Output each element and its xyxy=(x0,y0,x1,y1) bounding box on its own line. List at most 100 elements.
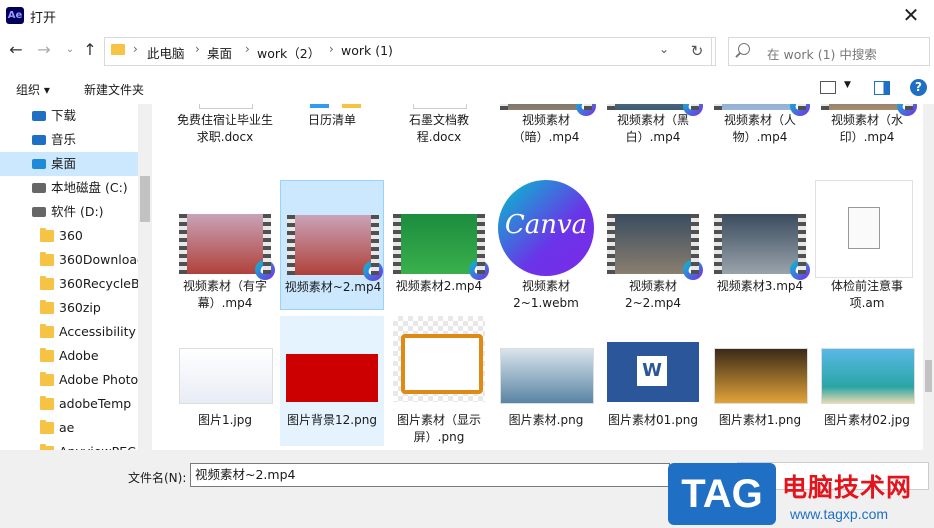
close-icon: ✕ xyxy=(902,3,920,27)
file-item[interactable]: 体检前注意事项.am xyxy=(815,180,919,310)
sidebar-item[interactable]: 音乐 xyxy=(0,128,138,152)
file-item[interactable]: W 图片素材01.png xyxy=(601,316,705,446)
file-item[interactable]: Canva 视频素材2~1.webm xyxy=(494,180,598,310)
file-name: 图片1.jpg xyxy=(197,413,253,427)
file-name: 图片素材1.png xyxy=(718,413,802,427)
file-item[interactable]: C 视频素材2.mp4 xyxy=(387,180,491,310)
sidebar-item[interactable]: adobeTemp xyxy=(0,392,138,416)
file-name: 免费住宿让毕业生求职.docx xyxy=(176,113,273,144)
recent-locations-button[interactable]: ⌄ xyxy=(60,40,80,60)
video-thumbnail: C xyxy=(287,215,383,281)
sidebar-item-label: 音乐 xyxy=(51,132,77,147)
file-item[interactable]: 图片素材1.png xyxy=(708,316,812,446)
sidebar-item[interactable]: AnyviewPEC xyxy=(0,440,138,450)
file-name: 视频素材2~2.mp4 xyxy=(624,279,682,310)
sidebar-scrollbar[interactable] xyxy=(138,104,152,450)
file-name: 视频素材（水印）.mp4 xyxy=(830,113,903,144)
sidebar-item[interactable]: 本地磁盘 (C:) xyxy=(0,176,138,200)
file-list-scrollbar[interactable] xyxy=(923,104,934,450)
up-button[interactable]: ↑ xyxy=(80,40,100,60)
file-item[interactable]: 图片素材.png xyxy=(494,316,598,446)
file-item[interactable]: C 视频素材2~2.mp4 xyxy=(601,180,705,310)
help-icon[interactable]: ? xyxy=(910,79,927,96)
folder-icon xyxy=(40,324,54,338)
sidebar-item-label: adobeTemp xyxy=(59,396,132,411)
video-thumbnail: C xyxy=(179,214,275,280)
tv-image-thumbnail xyxy=(393,316,485,402)
organize-button[interactable]: 组织 ▾ xyxy=(16,81,50,98)
sidebar-item[interactable]: 360zip xyxy=(0,296,138,320)
folder-icon xyxy=(40,420,54,434)
file-name: 图片素材.png xyxy=(508,413,584,427)
preview-pane-icon[interactable] xyxy=(874,81,890,95)
file-name: 视频素材（暗）.mp4 xyxy=(512,113,580,144)
file-item[interactable]: 图片素材（显示屏）.png xyxy=(387,316,491,446)
file-item[interactable]: C 视频素材~2.mp4 xyxy=(280,180,384,310)
canva-logo-icon: Canva xyxy=(498,180,594,276)
word-icon: W xyxy=(637,356,667,386)
video-thumbnail: C xyxy=(607,104,703,116)
canva-logo-text: Canva xyxy=(504,210,588,240)
file-name: 日历清单 xyxy=(307,113,356,127)
file-list-scrollbar-thumb[interactable] xyxy=(925,360,932,392)
file-item[interactable]: C 视频素材（有字幕）.mp4 xyxy=(173,180,277,310)
search-input[interactable]: 在 work (1) 中搜索 xyxy=(767,44,877,63)
sidebar-item-label: 下载 xyxy=(51,108,77,123)
sidebar-item[interactable]: Adobe xyxy=(0,344,138,368)
generic-file-icon xyxy=(815,180,913,278)
file-item[interactable]: 图片素材02.jpg xyxy=(815,316,919,446)
breadcrumb-work-2[interactable]: work（2） xyxy=(257,43,320,62)
chevron-down-icon[interactable]: ▼ xyxy=(844,80,851,90)
filename-input[interactable]: 视频素材~2.mp4 xyxy=(190,463,670,487)
sidebar-item[interactable]: 下载 xyxy=(0,104,138,128)
video-thumbnail: C xyxy=(393,214,489,280)
video-thumbnail: C xyxy=(714,214,810,280)
canva-badge-icon: C xyxy=(255,260,275,280)
search-box[interactable]: 在 work (1) 中搜索 xyxy=(728,37,930,66)
sidebar-item-label: Accessibility xyxy=(59,324,136,339)
file-name: 体检前注意事项.am xyxy=(830,279,903,310)
drive-icon xyxy=(32,183,46,193)
navigation-bar: ← → ⌄ ↑ › 此电脑 › 桌面 › work（2） › work (1) … xyxy=(0,32,934,70)
chevron-down-icon[interactable]: ⌄ xyxy=(659,42,669,56)
chevron-right-icon: › xyxy=(195,42,200,56)
file-item[interactable]: 图片背景12.png xyxy=(280,316,384,446)
view-options-icon[interactable] xyxy=(820,81,836,94)
video-thumbnail: C xyxy=(714,104,810,116)
sidebar-item[interactable]: Adobe Photoshop xyxy=(0,368,138,392)
drive-icon xyxy=(32,207,46,217)
breadcrumb-this-pc[interactable]: 此电脑 xyxy=(147,43,185,62)
address-bar[interactable]: › 此电脑 › 桌面 › work（2） › work (1) ⌄ xyxy=(104,37,716,66)
sidebar-scrollbar-thumb[interactable] xyxy=(140,176,150,222)
close-button[interactable]: ✕ xyxy=(888,0,934,32)
sidebar-item[interactable]: Accessibility xyxy=(0,320,138,344)
new-folder-button[interactable]: 新建文件夹 xyxy=(84,81,144,98)
file-item[interactable]: C 视频素材3.mp4 xyxy=(708,180,812,310)
sidebar-item[interactable]: 360RecycleBin xyxy=(0,272,138,296)
document-icon xyxy=(199,104,253,109)
sidebar-item[interactable]: ae xyxy=(0,416,138,440)
refresh-button[interactable]: ↻ xyxy=(683,37,712,66)
file-name: 视频素材2.mp4 xyxy=(395,279,483,293)
sidebar-item[interactable]: 软件 (D:) xyxy=(0,200,138,224)
sidebar-item-label: 本地磁盘 (C:) xyxy=(51,180,128,195)
breadcrumb-desktop[interactable]: 桌面 xyxy=(207,43,232,62)
file-name: 石墨文档教程.docx xyxy=(408,113,469,144)
breadcrumb-work-1[interactable]: work (1) xyxy=(341,43,393,58)
file-item[interactable]: 图片1.jpg xyxy=(173,316,277,446)
file-name: 视频素材（黑白）.mp4 xyxy=(616,113,689,144)
search-icon xyxy=(738,43,750,55)
sidebar-item[interactable]: 360Downloads xyxy=(0,248,138,272)
sidebar-item-label: 360zip xyxy=(59,300,101,315)
refresh-icon: ↻ xyxy=(690,42,704,60)
tv-icon xyxy=(401,334,483,394)
video-thumbnail: C xyxy=(500,104,596,116)
back-button[interactable]: ← xyxy=(6,40,26,60)
sidebar-item[interactable]: 桌面 xyxy=(0,152,138,176)
file-name: 图片素材02.jpg xyxy=(824,413,910,427)
sidebar-item[interactable]: 360 xyxy=(0,224,138,248)
chevron-down-icon: ⌄ xyxy=(65,44,75,55)
forward-button[interactable]: → xyxy=(34,40,54,60)
video-thumbnail: C xyxy=(607,214,703,280)
file-name: 视频素材（人物）.mp4 xyxy=(723,113,796,144)
